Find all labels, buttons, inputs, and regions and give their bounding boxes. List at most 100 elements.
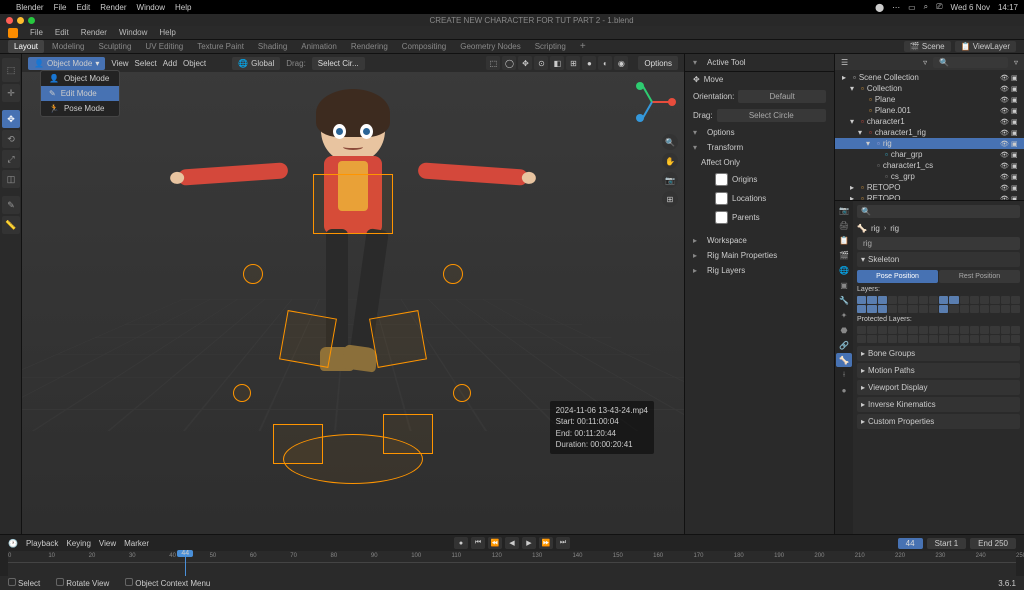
bone-groups-section[interactable]: ▸Bone Groups [857,346,1020,361]
maximize-window[interactable] [28,17,35,24]
protected-layers[interactable] [857,326,1020,343]
ptab-object[interactable]: ▣ [836,278,852,292]
menu-file[interactable]: File [30,28,43,37]
current-frame[interactable]: 44 [898,538,923,549]
tool-annotate[interactable]: ✎ [2,196,20,214]
start-frame[interactable]: Start 1 [927,538,967,549]
snap-icon[interactable]: ⬚ [486,56,500,70]
ptab-armature[interactable]: 🦴 [836,353,852,367]
tool-move[interactable]: ✥ [2,110,20,128]
jump-end-button[interactable]: ⏭ [556,537,570,549]
outliner-row[interactable]: ▾▫rig👁▣ [835,138,1024,149]
tl-view[interactable]: View [99,539,116,548]
orientation-dropdown[interactable]: 🌐 Global [232,57,280,70]
orientation-field[interactable]: Default [738,90,826,103]
outliner-row[interactable]: ▾▫character1👁▣ [835,116,1024,127]
macos-menu-file[interactable]: File [54,3,67,12]
app-name[interactable]: Blender [16,3,44,12]
mode-option-edit[interactable]: ✎ Edit Mode [41,86,119,101]
ptab-world[interactable]: 🌐 [836,263,852,277]
armature-name-field[interactable]: rig [857,237,1020,250]
battery-icon[interactable]: ▭ [908,3,916,12]
outliner-row[interactable]: ▫Plane👁▣ [835,94,1024,105]
macos-menu-help[interactable]: Help [175,3,191,12]
tab-geonodes[interactable]: Geometry Nodes [454,40,526,53]
tool-measure[interactable]: 📏 [2,216,20,234]
macos-menu-render[interactable]: Render [100,3,126,12]
tab-compositing[interactable]: Compositing [396,40,452,53]
pan-icon[interactable]: ✋ [662,153,678,169]
ik-section[interactable]: ▸Inverse Kinematics [857,397,1020,412]
ptab-particle[interactable]: ✦ [836,308,852,322]
menu-edit[interactable]: Edit [55,28,69,37]
next-key-button[interactable]: ⏩ [539,537,553,549]
tl-playback[interactable]: Playback [26,539,58,548]
tool-transform[interactable]: ◫ [2,170,20,188]
ptab-output[interactable]: 🖨 [836,218,852,232]
shading-material-icon[interactable]: ◐ [598,56,612,70]
ptab-material[interactable]: ● [836,383,852,397]
outliner-row[interactable]: ▾▫character1_rig👁▣ [835,127,1024,138]
outliner-row[interactable]: ▫cs_grp👁▣ [835,171,1024,182]
tab-modeling[interactable]: Modeling [46,40,90,53]
overlay-toggle-icon[interactable]: ⊙ [534,56,548,70]
wifi-icon[interactable]: ⋯ [892,3,900,12]
timeline-track[interactable]: 0102030405060708090100110120130140150160… [8,551,1016,576]
rig-bone[interactable] [369,310,427,368]
shading-solid-icon[interactable]: ● [582,56,596,70]
ptab-bone[interactable]: ⟊ [836,368,852,382]
viewport-display-section[interactable]: ▸Viewport Display [857,380,1020,395]
end-frame[interactable]: End 250 [970,538,1016,549]
mode-dropdown[interactable]: 👤 Object Mode ▾ [28,57,105,70]
minimize-window[interactable] [17,17,24,24]
rig-bone[interactable] [279,310,337,368]
character-mesh[interactable] [213,84,493,484]
armature-layers[interactable] [857,296,1020,313]
tab-uv[interactable]: UV Editing [139,40,189,53]
menu-help[interactable]: Help [159,28,175,37]
filter-icon[interactable]: ▿ [923,58,927,67]
outliner-row[interactable]: ▫char_grp👁▣ [835,149,1024,160]
mode-option-pose[interactable]: 🏃 Pose Mode [41,101,119,116]
nav-gizmo[interactable] [628,78,676,126]
tool-select-box[interactable]: ⬚ [2,58,20,82]
rig-bone[interactable] [313,174,393,234]
tab-texpaint[interactable]: Texture Paint [191,40,250,53]
time[interactable]: 14:17 [998,3,1018,12]
tab-shading[interactable]: Shading [252,40,293,53]
outliner-type-icon[interactable]: ☰ [841,58,848,67]
gizmo-toggle-icon[interactable]: ✥ [518,56,532,70]
viewport-3d[interactable]: 👤 Object Mode ▾ View Select Add Object 🌐… [22,54,684,534]
search-icon[interactable]: ⌕ [924,2,928,12]
tab-layout[interactable]: Layout [8,40,44,53]
tab-animation[interactable]: Animation [295,40,343,53]
menu-render[interactable]: Render [81,28,107,37]
shading-rendered-icon[interactable]: ◉ [614,56,628,70]
vp-menu-add[interactable]: Add [163,59,177,68]
play-button[interactable]: ▶ [522,537,536,549]
outliner-row[interactable]: ▾▫Collection👁▣ [835,83,1024,94]
rig-ctrl[interactable] [443,264,463,284]
blender-icon[interactable] [8,28,18,38]
tool-rotate[interactable]: ⟲ [2,130,20,148]
outliner-row[interactable]: ▫character1_cs👁▣ [835,160,1024,171]
ptab-modifier[interactable]: 🔧 [836,293,852,307]
tab-add[interactable]: + [574,39,592,54]
vp-menu-view[interactable]: View [111,59,128,68]
drag-field[interactable]: Select Circle [717,109,826,122]
motion-paths-section[interactable]: ▸Motion Paths [857,363,1020,378]
ptab-render[interactable]: 📷 [836,203,852,217]
zoom-icon[interactable]: 🔍 [662,134,678,150]
play-reverse-button[interactable]: ◀ [505,537,519,549]
autokey-button[interactable]: ● [454,537,468,549]
rig-ctrl[interactable] [243,264,263,284]
macos-menu-window[interactable]: Window [137,3,165,12]
viewlayer-selector[interactable]: 📋 ViewLayer [955,41,1016,52]
ptab-viewlayer[interactable]: 📋 [836,233,852,247]
outliner-row[interactable]: ▫Plane.001👁▣ [835,105,1024,116]
ptab-scene[interactable]: 🎬 [836,248,852,262]
menu-window[interactable]: Window [119,28,147,37]
parents-checkbox[interactable] [715,211,728,224]
tab-scripting[interactable]: Scripting [529,40,572,53]
rig-root[interactable] [283,434,423,484]
